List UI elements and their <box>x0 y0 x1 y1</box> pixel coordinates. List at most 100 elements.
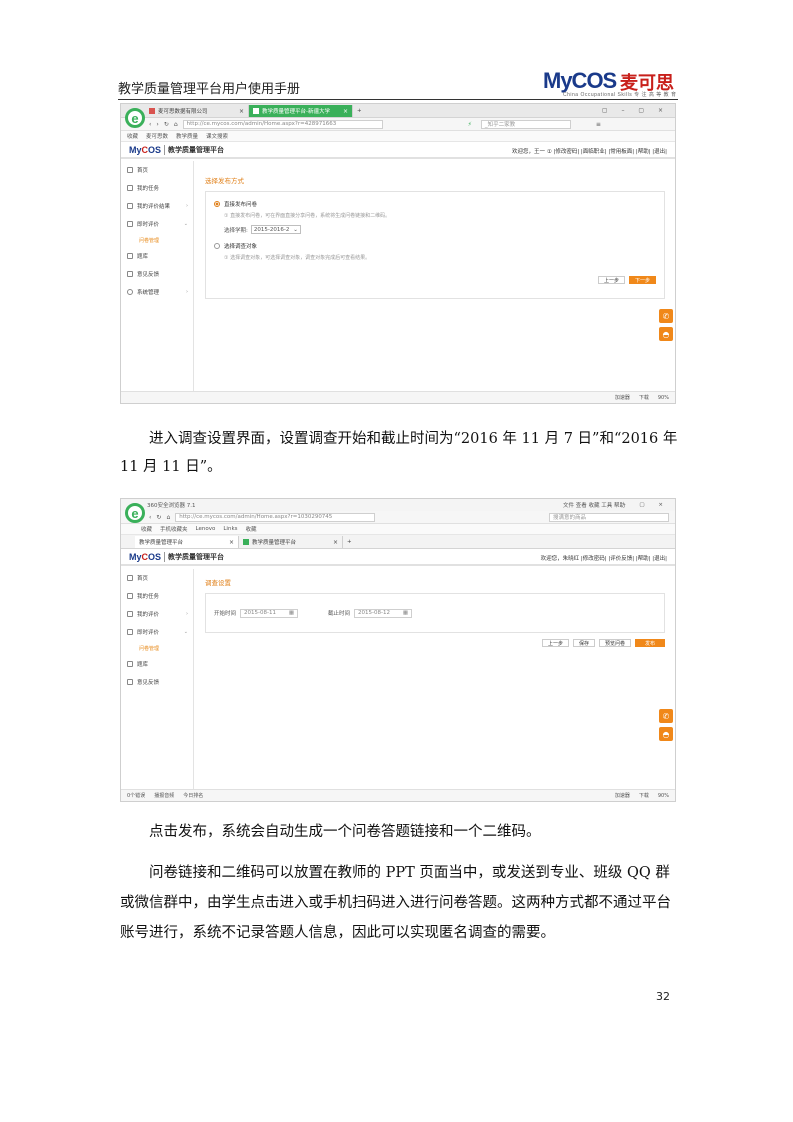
browser-tab[interactable]: 麦可思数据有限公司 × <box>145 105 249 117</box>
new-tab-icon[interactable]: + <box>353 105 367 117</box>
sidebar-item-label: 题库 <box>137 254 149 260</box>
paragraph-publish: 点击发布，系统会自动生成一个问卷答题链接和一个二维码。 <box>149 824 541 840</box>
refresh-icon[interactable]: ↻ <box>156 514 161 521</box>
status-left-item[interactable]: 0个错误 <box>127 792 145 799</box>
sidebar-item-results[interactable]: 我的评价结果 › <box>121 197 193 215</box>
zoom-level[interactable]: 90% <box>658 793 669 799</box>
zoom-level[interactable]: 90% <box>658 395 669 401</box>
window-controls[interactable]: ▢ – ▢ × <box>602 107 669 114</box>
sidebar-item-instant-eval[interactable]: 即时评价 ⌄ <box>121 623 193 641</box>
sidebar-item-label: 我的评价 <box>137 612 160 618</box>
term-select[interactable]: 2015-2016-2 ⌄ <box>250 225 301 234</box>
close-icon[interactable]: × <box>229 539 234 546</box>
status-item[interactable]: 下载 <box>639 394 649 401</box>
status-item[interactable]: 加速器 <box>615 792 630 799</box>
close-icon[interactable]: × <box>343 108 348 115</box>
radio-checked-icon <box>214 201 220 207</box>
browser-tab[interactable]: 教学质量管理平台 × <box>239 536 343 548</box>
search-input[interactable]: 搜满意的商品 <box>549 512 669 522</box>
lightning-icon[interactable]: ⚡ <box>468 121 472 128</box>
new-tab-icon[interactable]: + <box>343 536 357 548</box>
sidebar-item-system[interactable]: 系统管理 › <box>121 283 193 301</box>
window-controls[interactable]: – ▢ × <box>623 502 669 508</box>
next-step-button[interactable]: 下一步 <box>628 276 656 284</box>
favorite-item[interactable]: Links <box>223 526 237 532</box>
save-button[interactable]: 保存 <box>572 639 595 647</box>
sidebar: 首页 我的任务 我的评价 › 即时评价 ⌄ 问卷管理 题库 意见反馈 <box>121 569 194 789</box>
back-icon[interactable]: ‹ <box>149 514 151 521</box>
sidebar-item-feedback[interactable]: 意见反馈 <box>121 265 193 283</box>
browser-tab-active[interactable]: 教学质量管理平台-新疆大学 × <box>249 105 353 117</box>
forward-icon[interactable]: › <box>156 121 158 128</box>
prev-step-button[interactable]: 上一步 <box>597 276 625 284</box>
sidebar-item-tasks[interactable]: 我的任务 <box>121 179 193 197</box>
sidebar-item-label: 我的任务 <box>137 594 160 600</box>
favorite-item[interactable]: 教学质量 <box>176 132 198 140</box>
back-icon[interactable]: ‹ <box>149 121 151 128</box>
close-icon[interactable]: × <box>239 108 244 115</box>
sidebar-item-label: 意见反馈 <box>137 680 160 686</box>
sidebar-item-question-bank[interactable]: 题库 <box>121 655 193 673</box>
radio-unchecked-icon <box>214 243 220 249</box>
sidebar-item-instant-eval[interactable]: 即时评价 ⌄ <box>121 215 193 233</box>
phone-icon[interactable]: ✆ <box>659 709 673 723</box>
window-menu[interactable]: 文件 查看 收藏 工具 帮助 <box>563 501 625 509</box>
app-body: 首页 我的任务 我的评价 › 即时评价 ⌄ 问卷管理 题库 意见反馈 调查设置 开始… <box>121 569 675 789</box>
sidebar-item-label: 首页 <box>137 168 149 174</box>
sidebar-item-home[interactable]: 首页 <box>121 161 193 179</box>
favorite-item[interactable]: 麦可思数 <box>146 132 168 140</box>
status-item[interactable]: 下载 <box>639 792 649 799</box>
favorite-item[interactable]: Lenovo <box>196 526 216 532</box>
button-group: 上一步 保存 预览问卷 发布 <box>205 639 665 647</box>
radio-select-target[interactable]: 选择调查对象 <box>214 242 656 250</box>
sidebar-item-question-bank[interactable]: 题库 <box>121 247 193 265</box>
end-time-row: 截止时间 2015-08-12 ▦ <box>328 608 413 618</box>
calendar-icon: ▦ <box>288 610 295 616</box>
favorite-item[interactable]: 收藏 <box>141 525 152 533</box>
search-input[interactable]: _知乎二家教 <box>480 119 571 129</box>
sidebar-subitem-questionnaire[interactable]: 问卷管理 <box>121 233 193 247</box>
preview-button[interactable]: 预览问卷 <box>598 639 631 647</box>
browser-tab-active[interactable]: 教学质量管理平台 × <box>135 536 239 548</box>
home-icon[interactable]: ⌂ <box>174 121 178 128</box>
sidebar-item-feedback[interactable]: 意见反馈 <box>121 673 193 691</box>
favorite-item[interactable]: 手机收藏夹 <box>160 525 188 533</box>
header-links[interactable]: 欢迎您，朱晓红 |修改密码| |评价反馈| |帮助| |退出| <box>541 554 667 562</box>
favorite-item[interactable]: 收藏 <box>246 525 257 533</box>
phone-icon[interactable]: ✆ <box>659 309 673 323</box>
tab-label: 教学质量管理平台 <box>139 540 184 546</box>
radio-direct-publish[interactable]: 直接发布问卷 <box>214 200 656 208</box>
status-left-item[interactable]: 今日排名 <box>183 792 203 799</box>
sidebar-item-label: 我的评价结果 <box>137 204 171 210</box>
browser-statusbar: 加速器 下载 90% <box>121 391 675 403</box>
url-input[interactable]: http://ce.mycos.com/admin/Home.aspx?r=10… <box>175 512 376 522</box>
sidebar-item-tasks[interactable]: 我的任务 <box>121 587 193 605</box>
menu-icon[interactable]: ≡ <box>596 121 601 128</box>
sidebar-item-my-eval[interactable]: 我的评价 › <box>121 605 193 623</box>
favorites-bar: 收藏 手机收藏夹 Lenovo Links 收藏 <box>121 524 675 535</box>
publish-button[interactable]: 发布 <box>634 639 665 647</box>
app-header: MyCOS 教学质量管理平台 欢迎您，朱晓红 |修改密码| |评价反馈| |帮助… <box>121 549 675 566</box>
qq-icon[interactable]: ◓ <box>659 327 673 341</box>
refresh-icon[interactable]: ↻ <box>164 121 169 128</box>
home-icon[interactable]: ⌂ <box>166 514 170 521</box>
sidebar-item-home[interactable]: 首页 <box>121 569 193 587</box>
status-left-item[interactable]: 播报音频 <box>154 792 174 799</box>
url-input[interactable]: http://ce.mycos.com/admin/Home.aspx?r=42… <box>182 119 383 129</box>
prev-step-button[interactable]: 上一步 <box>541 639 569 647</box>
favorite-item[interactable]: 课文搜索 <box>206 132 228 140</box>
option-hint: ① 选择调查对象，可选择调查对象，调查对象完成后可查看结果。 <box>224 255 371 261</box>
header-links[interactable]: 欢迎您，王一 ① |修改密码| |面临职业| |常用板面| |帮助| |退出| <box>512 147 667 155</box>
chevron-down-icon: ⌄ <box>183 221 188 227</box>
close-icon[interactable]: × <box>333 539 338 546</box>
qq-icon[interactable]: ◓ <box>659 727 673 741</box>
favorites-bar: 收藏 麦可思数 教学质量 课文搜索 <box>121 131 675 142</box>
status-item[interactable]: 加速器 <box>615 394 630 401</box>
start-time-input[interactable]: 2015-08-11 ▦ <box>240 608 299 618</box>
end-time-input[interactable]: 2015-08-12 ▦ <box>354 608 413 618</box>
radio-label: 直接发布问卷 <box>224 202 258 208</box>
sidebar-subitem-questionnaire[interactable]: 问卷管理 <box>121 641 193 655</box>
user-icon <box>127 185 133 191</box>
app-header: MyCOS 教学质量管理平台 欢迎您，王一 ① |修改密码| |面临职业| |常… <box>121 142 675 159</box>
favorite-item[interactable]: 收藏 <box>127 132 138 140</box>
